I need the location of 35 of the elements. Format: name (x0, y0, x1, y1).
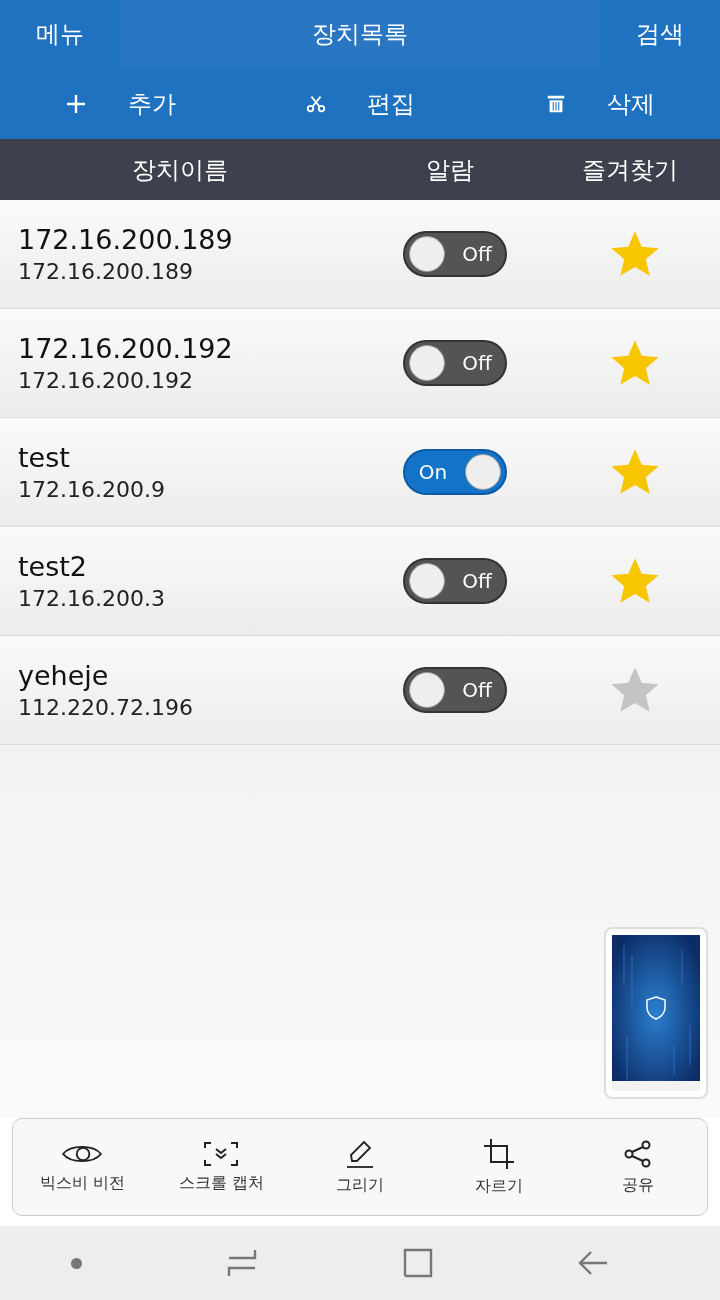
back-icon[interactable] (576, 1249, 609, 1277)
device-address: 172.16.200.192 (18, 368, 194, 393)
capture-option-label[interactable]: 빅스비 비전 (39, 1172, 125, 1194)
dot-icon[interactable] (71, 1257, 83, 1269)
crop-icon[interactable] (482, 1137, 515, 1170)
capture-option-label[interactable]: 공유 (621, 1174, 654, 1196)
capture-option-label[interactable]: 자르기 (474, 1175, 523, 1197)
device-name[interactable]: 172.16.200.189 (18, 224, 360, 255)
alarm-toggle[interactable]: Off (403, 231, 507, 277)
screen-title: 장치목록 (120, 0, 600, 68)
column-header: 알람 (425, 154, 475, 186)
toolbar-button[interactable]: 삭제 (607, 87, 655, 120)
capture-option-label[interactable]: 스크롤 캡처 (178, 1172, 264, 1194)
alarm-toggle[interactable]: On (403, 449, 507, 495)
device-name[interactable]: test2 (18, 551, 360, 582)
device-address: 172.16.200.3 (18, 586, 166, 611)
toolbar-button[interactable]: 편집 (367, 87, 415, 120)
capture-option-label[interactable]: 그리기 (336, 1174, 384, 1196)
share-icon[interactable] (622, 1138, 653, 1169)
device-name[interactable]: yeheje (18, 660, 360, 691)
scroll-capture-icon[interactable] (203, 1140, 240, 1167)
device-name[interactable]: 172.16.200.192 (18, 333, 360, 364)
column-header: 장치이름 (131, 154, 229, 186)
pencil-icon[interactable] (344, 1138, 376, 1169)
device-name[interactable]: test (18, 442, 360, 473)
column-header: 즐겨찾기 (581, 154, 679, 186)
alarm-toggle[interactable]: Off (403, 340, 507, 386)
device-address: 112.220.72.196 (18, 695, 194, 720)
home-icon[interactable] (401, 1247, 434, 1279)
alarm-toggle[interactable]: Off (403, 667, 507, 713)
screenshot-thumbnail[interactable] (604, 927, 708, 1099)
device-address: 172.16.200.189 (18, 259, 194, 284)
toolbar-button[interactable]: 추가 (128, 87, 176, 120)
alarm-toggle[interactable]: Off (403, 558, 507, 604)
device-address: 172.16.200.9 (18, 477, 166, 502)
